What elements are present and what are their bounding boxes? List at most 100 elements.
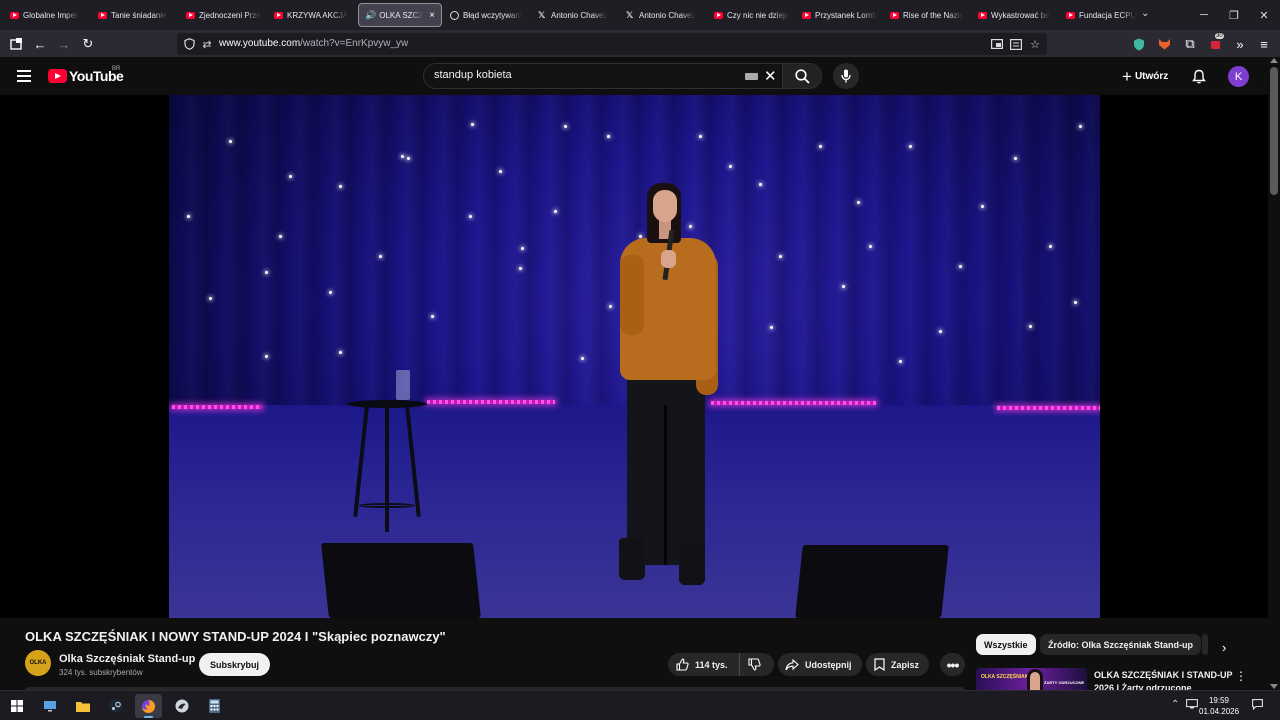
- network-icon[interactable]: [1186, 699, 1198, 712]
- calculator-icon[interactable]: [201, 694, 228, 718]
- extension-badge-icon[interactable]: 30: [1206, 33, 1226, 54]
- scroll-up-arrow-icon[interactable]: [1270, 58, 1278, 63]
- more-actions-icon[interactable]: •••: [940, 653, 965, 676]
- channel-name[interactable]: Olka Szczęśniak Stand-up: [59, 653, 195, 665]
- youtube-header: YouTube BR ✕ +Utwórz K: [0, 57, 1268, 95]
- windows-start-icon[interactable]: [3, 694, 30, 718]
- tab-title: Błąd wczytywani: [463, 10, 522, 20]
- bookmark-star-icon[interactable]: ☆: [1028, 37, 1042, 51]
- maximize-button[interactable]: ❐: [1218, 0, 1250, 30]
- thumbs-up-icon: [676, 658, 689, 671]
- back-button[interactable]: ←: [30, 34, 50, 54]
- browser-tab[interactable]: Wykastrować be: [972, 3, 1060, 27]
- curtain-star: [819, 145, 822, 148]
- firefox-icon[interactable]: [135, 694, 162, 718]
- search-input[interactable]: [434, 69, 734, 81]
- curtain-star: [959, 265, 962, 268]
- speaker-icon[interactable]: 🔊: [365, 10, 376, 21]
- browser-tab[interactable]: 𝕏 Antonio Chavez: [532, 3, 620, 27]
- address-bar[interactable]: ⇄ www.youtube.com/watch?v=EnrKpvyw_yw ☆: [177, 33, 1047, 55]
- reader-view-icon[interactable]: [1009, 37, 1023, 51]
- x-logo-icon: 𝕏: [626, 10, 634, 20]
- notification-center-icon[interactable]: [1252, 699, 1263, 713]
- app-menu-icon[interactable]: ≡: [1254, 34, 1274, 54]
- vpn-extension-icon[interactable]: [1129, 34, 1149, 54]
- water-glass: [396, 370, 410, 400]
- clear-search-icon[interactable]: ✕: [764, 67, 777, 85]
- curtain-star: [1014, 157, 1017, 160]
- like-count: 114 tys.: [695, 659, 728, 670]
- account-avatar[interactable]: K: [1228, 66, 1249, 87]
- browser-tab[interactable]: Fundacja ECPU: [1060, 3, 1148, 27]
- curtain-star: [519, 267, 522, 270]
- tab-title: Antonio Chavez: [639, 10, 696, 20]
- chevron-right-icon[interactable]: ›: [1222, 640, 1226, 655]
- minimize-button[interactable]: ─: [1188, 0, 1220, 30]
- create-button[interactable]: + Utwórz: [1114, 64, 1176, 88]
- recommended-video-thumbnail[interactable]: OLKA SZCZĘŚNIAK ŻARTY ODRZUCONE: [976, 668, 1087, 690]
- list-all-tabs-icon[interactable]: ⌄: [1141, 8, 1149, 19]
- clock-time: 19:59: [1208, 696, 1230, 705]
- permissions-icon[interactable]: ⇄: [200, 37, 214, 51]
- video-frame[interactable]: [169, 95, 1100, 618]
- browser-tab[interactable]: 𝕏 Antonio Chavez: [620, 3, 708, 27]
- save-button[interactable]: Zapisz: [866, 653, 930, 676]
- thumbnail-subtext: ŻARTY ODRZUCONE: [1044, 680, 1085, 685]
- youtube-icon: [98, 11, 107, 19]
- clock-date: 01.04.2026: [1199, 707, 1240, 716]
- browser-tab[interactable]: Rise of the Nazis: [884, 3, 972, 27]
- file-explorer-icon[interactable]: [69, 694, 96, 718]
- scroll-down-arrow-icon[interactable]: [1270, 684, 1278, 689]
- browser-tab[interactable]: 🔊 OLKA SZCZ ×: [358, 3, 442, 27]
- extensions-puzzle-icon[interactable]: ⧉: [1180, 34, 1200, 54]
- system-clock[interactable]: 19:59 01.04.2026: [1199, 695, 1239, 717]
- browser-tab[interactable]: Tanie śniadanie: [92, 3, 180, 27]
- tab-title: Globalne Imperi: [23, 10, 80, 20]
- keyboard-icon[interactable]: [745, 73, 758, 80]
- dislike-button[interactable]: [740, 653, 774, 676]
- search-button[interactable]: [783, 63, 822, 89]
- steam-icon[interactable]: [102, 694, 129, 718]
- sidebar-toggle-icon[interactable]: [6, 34, 26, 54]
- scrollbar-thumb[interactable]: [1270, 67, 1278, 195]
- youtube-logo[interactable]: YouTube BR: [48, 66, 124, 84]
- browser-tab[interactable]: Globalne Imperi: [4, 3, 92, 27]
- this-pc-icon[interactable]: [36, 694, 63, 718]
- tray-chevron-icon[interactable]: ⌃: [1171, 699, 1179, 710]
- curtain-star: [339, 351, 342, 354]
- subscribe-button[interactable]: Subskrybuj: [199, 653, 271, 676]
- fox-extension-icon[interactable]: [1154, 34, 1174, 54]
- voice-search-button[interactable]: [833, 63, 859, 89]
- tab-title: Antonio Chavez: [551, 10, 608, 20]
- browser-tab[interactable]: KRZYWA AKCJA: [268, 3, 356, 27]
- share-button[interactable]: Udostępnij: [778, 653, 862, 676]
- chip-all[interactable]: Wszystkie: [976, 634, 1036, 655]
- channel-avatar[interactable]: OLKA: [25, 650, 51, 676]
- chip-from-channel[interactable]: Źródło: Olka Szczęśniak Stand-up: [1040, 634, 1202, 655]
- forward-button[interactable]: →: [54, 34, 74, 54]
- like-button[interactable]: 114 tys.: [668, 653, 740, 676]
- curtain-star: [229, 140, 232, 143]
- recommended-more-icon[interactable]: ⋮: [1235, 669, 1247, 683]
- shield-icon[interactable]: [182, 37, 196, 51]
- reload-button[interactable]: ↻: [78, 34, 98, 54]
- overflow-chevron-icon[interactable]: »: [1230, 34, 1250, 54]
- video-player[interactable]: [0, 95, 1268, 618]
- close-tab-icon[interactable]: ×: [429, 10, 435, 21]
- notifications-bell-icon[interactable]: [1189, 66, 1209, 86]
- x-logo-icon: 𝕏: [538, 10, 546, 20]
- page-scrollbar[interactable]: [1268, 57, 1280, 690]
- chip-more[interactable]: [1202, 634, 1208, 655]
- tab-title: KRZYWA AKCJA: [287, 10, 349, 20]
- browser-tab[interactable]: Błąd wczytywani: [444, 3, 532, 27]
- picture-in-picture-icon[interactable]: [990, 37, 1004, 51]
- guide-menu-icon[interactable]: [17, 70, 31, 82]
- stool-leg: [385, 407, 389, 532]
- close-window-button[interactable]: ✕: [1248, 0, 1280, 30]
- youtube-icon: [890, 11, 899, 19]
- browser-tab[interactable]: Zjednoczeni Prze: [180, 3, 268, 27]
- browser-tab[interactable]: Przystanek Lomb: [796, 3, 884, 27]
- browser-tab[interactable]: Czy nic nie dzieje: [708, 3, 796, 27]
- bird-app-icon[interactable]: [168, 694, 195, 718]
- youtube-icon: [186, 11, 195, 19]
